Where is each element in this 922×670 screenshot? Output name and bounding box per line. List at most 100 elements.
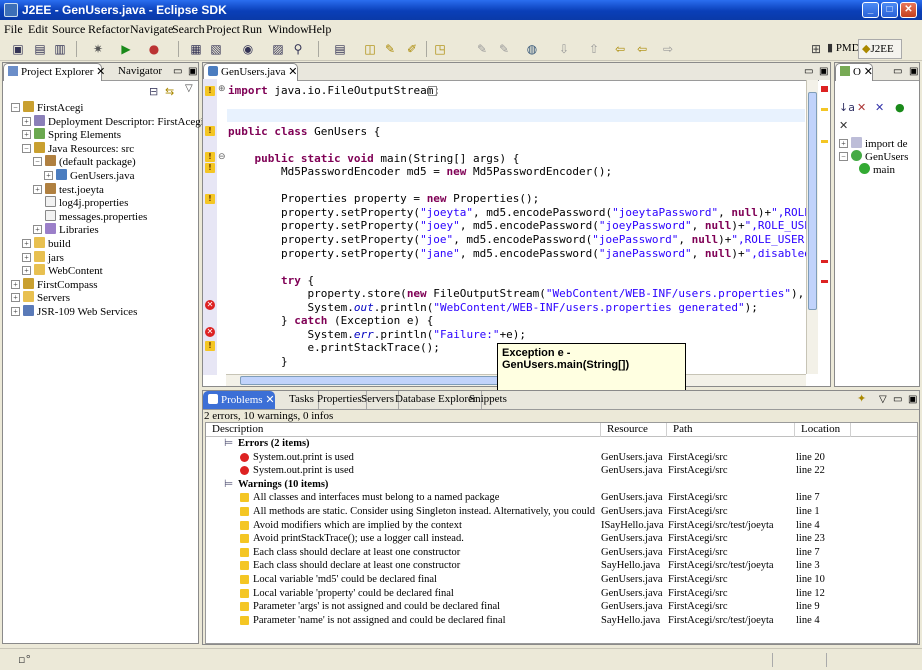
menu-help[interactable]: Help [308, 22, 331, 37]
edit-icon[interactable]: ✎ [496, 41, 512, 57]
fast-view-icon[interactable]: ▫° [18, 653, 31, 666]
expand-icon[interactable]: + [22, 130, 31, 140]
maximize-button[interactable]: □ [881, 2, 898, 18]
expand-icon[interactable]: + [11, 279, 20, 289]
problem-group-error[interactable]: −⊨Errors (2 items) [206, 437, 917, 451]
tree-node[interactable]: + JSR-109 Web Services [11, 305, 137, 318]
web-browser-icon[interactable]: ◍ [524, 41, 540, 57]
run-icon[interactable]: ▶ [118, 41, 134, 57]
error-overview-marker[interactable] [821, 280, 828, 283]
task-icon[interactable]: ▤ [332, 41, 348, 57]
warning-overview-marker[interactable] [821, 108, 828, 111]
problem-row[interactable]: Parameter 'name' is not assigned and cou… [206, 614, 917, 628]
error-overview-marker[interactable] [821, 86, 828, 92]
error-marker-icon[interactable]: ✕ [205, 327, 215, 337]
last-edit-icon[interactable]: ⇦ [612, 41, 628, 57]
error-overview-marker[interactable] [821, 260, 828, 263]
column-path[interactable]: Path [667, 423, 795, 437]
menu-window[interactable]: Window [268, 22, 309, 37]
close-icon[interactable]: ✕ [96, 66, 105, 78]
tree-node[interactable]: + build [22, 237, 71, 250]
expand-icon[interactable]: + [11, 307, 20, 316]
tree-node[interactable]: − (default package) [33, 155, 136, 168]
maximize-view-icon[interactable]: ▣ [904, 391, 921, 409]
next-annotation-icon[interactable]: ⇩ [556, 41, 572, 57]
tree-node[interactable]: + Libraries [33, 223, 99, 236]
open-perspective-button[interactable]: ⊞ [808, 41, 824, 57]
new-class-icon[interactable]: ◉ [240, 41, 256, 57]
tree-node[interactable]: + Deployment Descriptor: FirstAcegi [22, 114, 204, 128]
debug-icon[interactable]: ✷ [90, 41, 106, 57]
filter-icon[interactable]: ✦ [853, 391, 870, 409]
problem-row[interactable]: Avoid printStackTrace(); use a logger ca… [206, 532, 917, 546]
outline-item-main[interactable]: main [859, 163, 895, 176]
tab-outline[interactable]: O ✕ [835, 63, 873, 81]
collapse-icon[interactable]: − [22, 143, 31, 153]
previous-annotation-icon[interactable]: ⇧ [586, 41, 602, 57]
pin-icon[interactable]: ✎ [474, 41, 490, 57]
warning-marker-icon[interactable]: ! [205, 163, 215, 173]
tree-node[interactable]: messages.properties [33, 209, 147, 223]
tree-node[interactable]: + test.joeyta [33, 182, 104, 196]
search-icon[interactable]: ⚲ [290, 41, 306, 57]
close-icon[interactable]: ✕ [265, 394, 274, 406]
menu-refactor[interactable]: Refactor [88, 22, 129, 37]
collapse-icon[interactable]: − [11, 103, 20, 112]
external-tools-icon[interactable]: ● [146, 41, 162, 57]
menu-navigate[interactable]: Navigate [130, 22, 173, 37]
problem-row[interactable]: All methods are static. Consider using S… [206, 505, 917, 519]
close-icon[interactable]: O ✕ [853, 66, 873, 78]
tree-node[interactable]: − Java Resources: src [22, 141, 134, 155]
tab-navigator[interactable]: Navigator [114, 63, 166, 81]
tab-snippets[interactable]: Snippets [465, 391, 511, 409]
open-type-icon[interactable]: ▨ [270, 41, 286, 57]
warning-marker-icon[interactable]: ! [205, 86, 215, 96]
code-editor[interactable]: import java.io.FileOutputStream; public … [228, 84, 806, 374]
error-marker-icon[interactable]: ✕ [205, 300, 215, 310]
hide-fields-icon[interactable]: ✕ [857, 101, 866, 114]
link-with-editor-icon[interactable]: ⇆ [165, 85, 174, 98]
expand-icon[interactable]: + [11, 293, 20, 303]
minimize-view-icon[interactable]: ▭ [889, 63, 906, 81]
problem-row[interactable]: Local variable 'md5' could be declared f… [206, 573, 917, 587]
collapse-icon[interactable]: − [33, 157, 42, 167]
menu-run[interactable]: Run [242, 22, 262, 37]
problem-row[interactable]: Each class should declare at least one c… [206, 546, 917, 560]
column-location[interactable]: Location [795, 423, 851, 437]
close-button[interactable]: ✕ [900, 2, 917, 18]
tree-node[interactable]: + WebContent [22, 264, 103, 277]
save-icon[interactable]: ▤ [32, 41, 48, 57]
expand-icon[interactable]: + [22, 239, 31, 248]
expand-icon[interactable]: + [33, 184, 42, 194]
new-icon[interactable]: ▣ [10, 41, 26, 57]
perspective-j2ee[interactable]: ◆J2EE [858, 39, 902, 59]
new-package-icon[interactable]: ▧ [208, 41, 224, 57]
scroll-thumb[interactable] [808, 92, 817, 310]
pen-icon[interactable]: ✎ [382, 41, 398, 57]
warning-marker-icon[interactable]: ! [205, 194, 215, 204]
menu-file[interactable]: File [4, 22, 23, 37]
print-icon[interactable]: ▥ [52, 41, 68, 57]
tree-node[interactable]: + Servers [11, 291, 70, 304]
view-menu-icon[interactable]: ▽ [185, 83, 193, 94]
tab-project-explorer[interactable]: Project Explorer ✕ [3, 63, 105, 81]
fold-collapse-icon[interactable]: ⊖ [218, 152, 226, 162]
tree-node[interactable]: + jars [22, 250, 64, 264]
tree-node[interactable]: log4j.properties [33, 196, 128, 209]
problem-row[interactable]: All classes and interfaces must belong t… [206, 491, 917, 505]
problem-row[interactable]: System.out.print is used GenUsers.java Fir… [206, 464, 917, 478]
maximize-view-icon[interactable]: ▣ [184, 63, 201, 81]
problem-row[interactable]: Local variable 'property' could be decla… [206, 587, 917, 601]
problem-row[interactable]: Avoid modifiers which are implied by the… [206, 519, 917, 533]
problem-group-warning[interactable]: −⊨Warnings (10 items) [206, 478, 917, 492]
hide-static-icon[interactable]: ✕ [875, 101, 884, 114]
column-resource[interactable]: Resource [601, 423, 667, 437]
close-icon[interactable]: ✕ [288, 66, 297, 78]
outline-item-imports[interactable]: + import de [839, 137, 907, 150]
warning-marker-icon[interactable]: ! [205, 152, 215, 162]
hide-nonpublic-icon[interactable]: ● [895, 101, 905, 114]
tree-node[interactable]: + FirstCompass [11, 277, 98, 291]
minimize-button[interactable]: _ [862, 2, 879, 18]
menu-project[interactable]: Project [206, 22, 240, 37]
expand-icon[interactable]: + [22, 252, 31, 262]
